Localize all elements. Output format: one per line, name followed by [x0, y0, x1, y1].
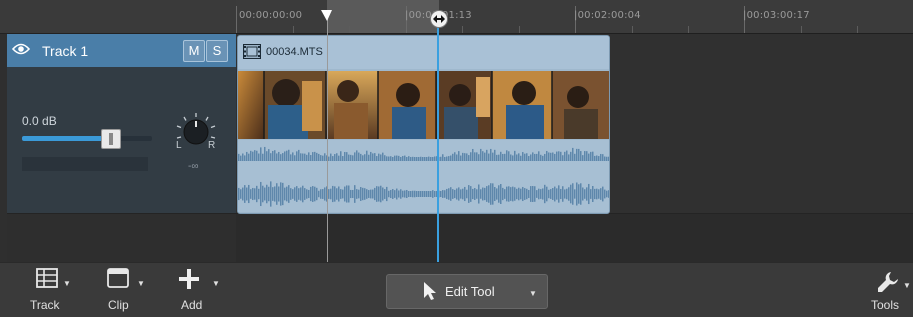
pan-right-label: R — [208, 140, 216, 151]
audio-waveform — [238, 140, 609, 212]
pan-left-label: L — [176, 140, 182, 151]
track-name[interactable]: Track 1 — [42, 43, 88, 59]
tools-menu-label: Tools — [871, 298, 900, 312]
add-menu-label: Add — [181, 298, 203, 312]
playhead[interactable] — [437, 14, 439, 262]
clip-filename: 00034.MTS — [266, 46, 323, 58]
edit-tool-label: Edit Tool — [445, 284, 495, 299]
empty-track-area — [7, 213, 236, 263]
ruler-label: |00:03:00:17 — [743, 10, 810, 21]
marker-flag-icon[interactable] — [318, 10, 336, 22]
chevron-down-icon: ▼ — [137, 279, 145, 288]
clip-icon — [107, 268, 129, 288]
audio-level-meter — [22, 157, 148, 171]
ruler-label: 00:00:00:00 — [239, 10, 303, 21]
chevron-down-icon: ▼ — [212, 279, 220, 288]
pan-value: -∞ — [188, 161, 199, 172]
clip-menu-button[interactable] — [98, 268, 138, 293]
video-thumbnail-strip — [238, 71, 609, 139]
chevron-down-icon: ▼ — [63, 279, 71, 288]
track-grid-icon — [36, 268, 58, 288]
ruler-corner — [0, 0, 236, 34]
eye-icon[interactable] — [12, 43, 30, 55]
empty-lane[interactable] — [236, 213, 913, 263]
solo-button[interactable]: S — [206, 40, 228, 62]
time-ruler[interactable]: 00:00:00:00 |00:00:01:13 |00:02:00:04 |0… — [236, 0, 913, 34]
add-menu-button[interactable] — [169, 268, 209, 295]
plus-icon — [179, 269, 199, 289]
resize-arrows-icon — [433, 15, 445, 23]
mute-button[interactable]: M — [183, 40, 205, 62]
chevron-down-icon: ▼ — [903, 281, 911, 290]
media-clip[interactable]: 00034.MTS — [237, 35, 610, 214]
track-menu-button[interactable] — [27, 268, 67, 293]
track-menu-label: Track — [30, 298, 60, 312]
volume-db-label: 0.0 dB — [22, 114, 57, 128]
chevron-down-icon: ▼ — [529, 289, 537, 298]
ruler-tick — [236, 6, 237, 33]
track-gutter — [0, 34, 7, 262]
clip-menu-label: Clip — [108, 298, 129, 312]
clip-thumbnails — [238, 71, 609, 139]
volume-slider-fill — [22, 136, 111, 141]
ruler-label: |00:02:00:04 — [574, 10, 641, 21]
in-point-marker[interactable] — [327, 18, 328, 262]
wrench-icon[interactable] — [876, 270, 900, 294]
volume-slider-thumb[interactable] — [101, 129, 122, 149]
film-icon — [243, 44, 261, 59]
cursor-icon — [424, 282, 436, 300]
playhead-handle[interactable] — [430, 10, 448, 28]
